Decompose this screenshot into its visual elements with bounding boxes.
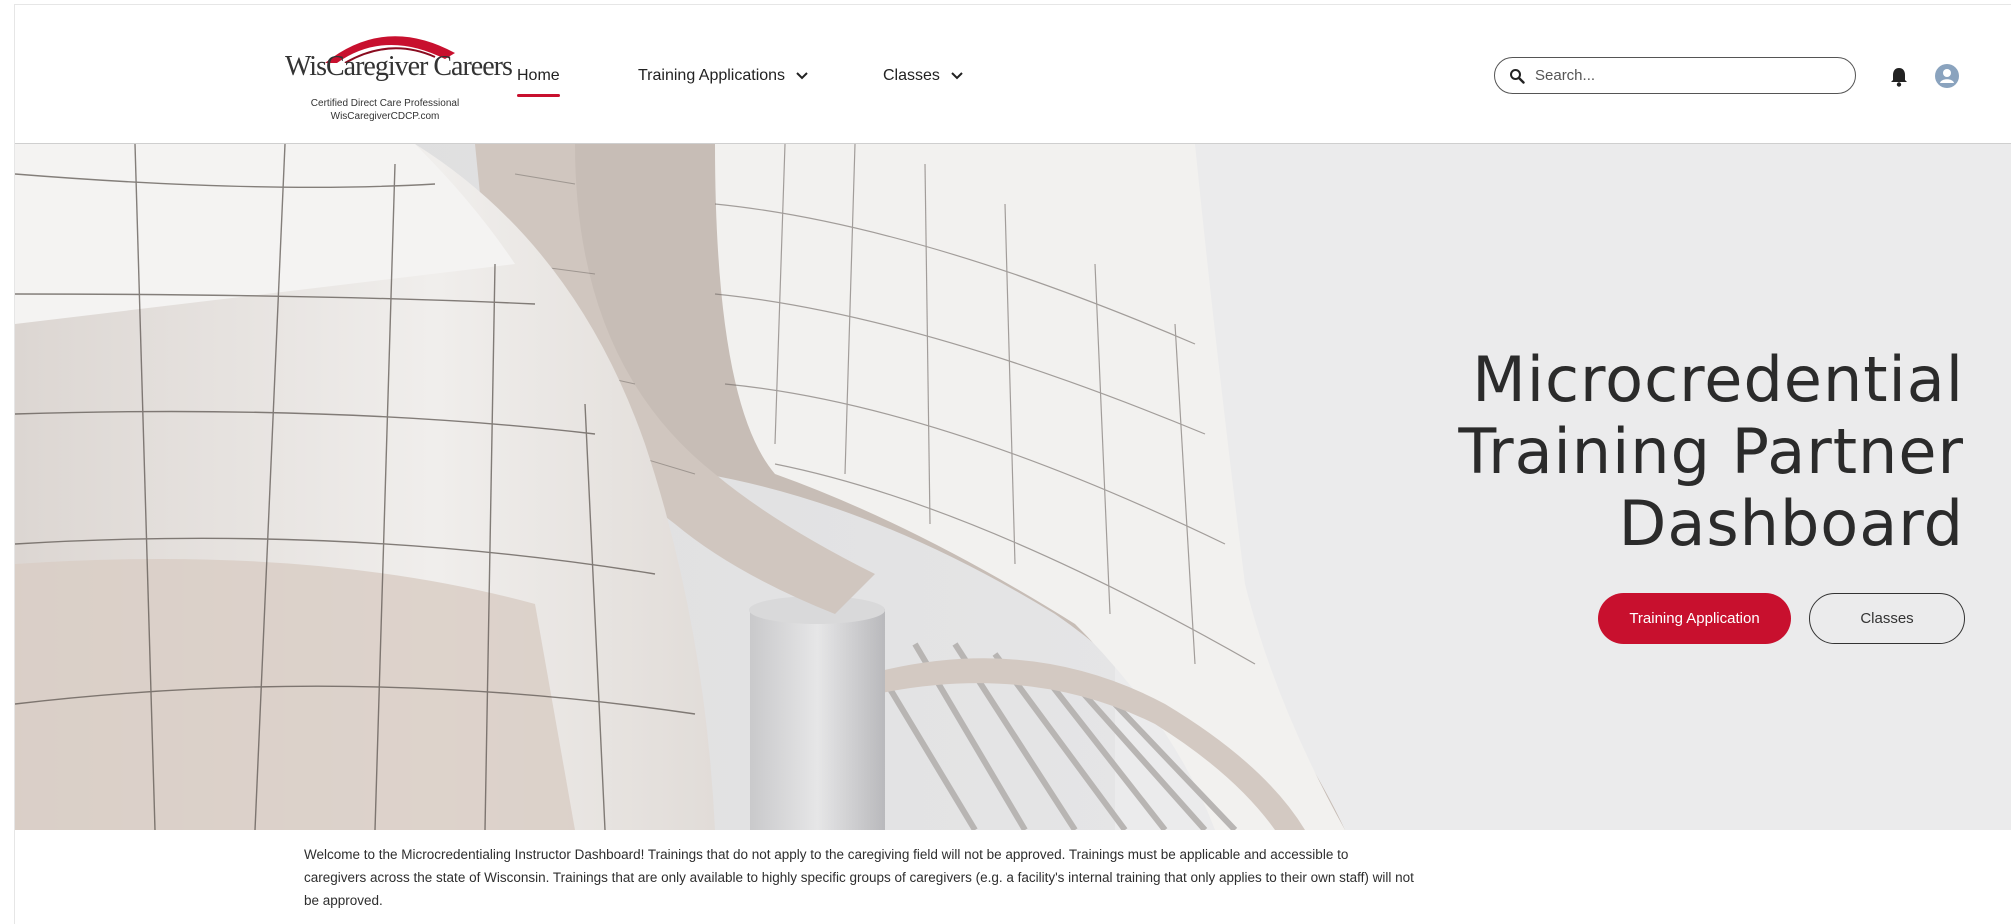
- bell-icon[interactable]: [1889, 66, 1909, 88]
- hero-title-line3: Dashboard: [1618, 487, 1964, 560]
- site-header: WisCaregiver Careers Certified Direct Ca…: [15, 5, 2011, 144]
- welcome-message: Welcome to the Microcredentialing Instru…: [304, 847, 1414, 908]
- logo-title: WisCaregiver Careers: [285, 51, 513, 82]
- search-icon: [1510, 68, 1525, 84]
- training-application-button[interactable]: Training Application: [1598, 593, 1791, 644]
- nav-classes[interactable]: Classes: [883, 67, 964, 85]
- hero-title-line1: Microcredential: [1472, 343, 1964, 416]
- chevron-down-icon: [796, 72, 808, 80]
- nav-training-applications-label: Training Applications: [638, 67, 786, 84]
- hero-title-line2: Training Partner: [1458, 415, 1964, 488]
- classes-button[interactable]: Classes: [1809, 593, 1965, 644]
- hero-banner: Microcredential Training Partner Dashboa…: [15, 144, 2011, 830]
- chevron-down-icon: [951, 72, 963, 80]
- logo-subtitle-line2: WisCaregiverCDCP.com: [330, 111, 440, 122]
- nav-home[interactable]: Home: [517, 67, 560, 97]
- logo-subtitle: Certified Direct Care Professional WisCa…: [285, 97, 485, 123]
- search-bar[interactable]: [1494, 57, 1856, 94]
- nav-home-label: Home: [517, 67, 560, 84]
- site-logo[interactable]: WisCaregiver Careers Certified Direct Ca…: [285, 23, 513, 129]
- search-input[interactable]: [1535, 67, 1825, 84]
- nav-classes-label: Classes: [883, 67, 940, 84]
- nav-active-indicator: [517, 94, 560, 97]
- page-frame: WisCaregiver Careers Certified Direct Ca…: [14, 4, 2011, 924]
- logo-subtitle-line1: Certified Direct Care Professional: [310, 98, 460, 109]
- nav-training-applications[interactable]: Training Applications: [638, 67, 809, 85]
- hero-title: Microcredential Training Partner Dashboa…: [1458, 344, 1964, 560]
- user-icon[interactable]: [1934, 63, 1960, 89]
